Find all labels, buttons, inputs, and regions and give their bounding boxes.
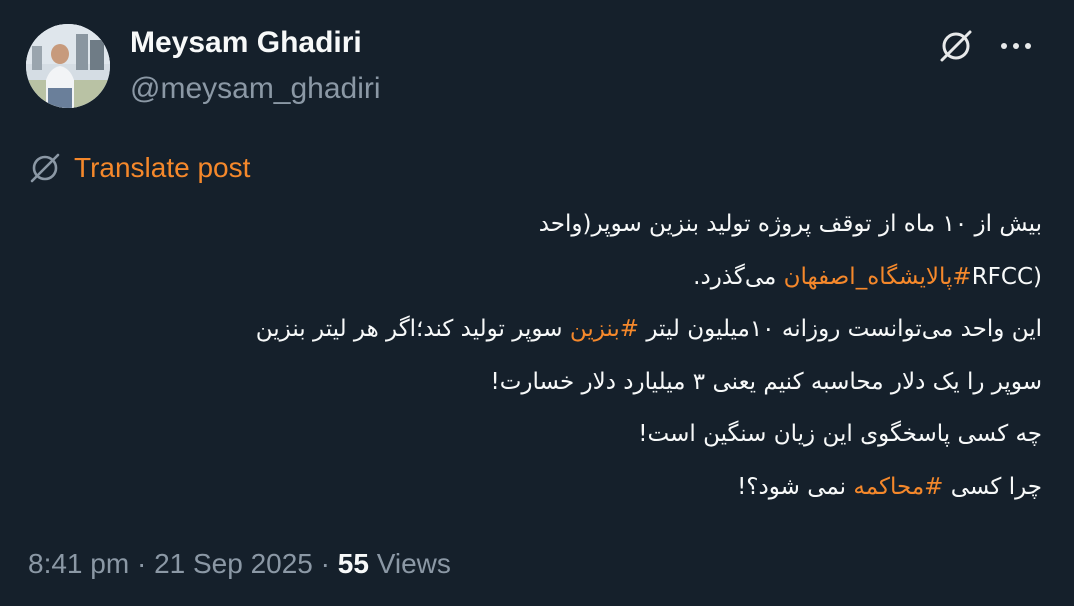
tweet-text-segment: RFCC): [971, 263, 1042, 290]
profile-photo: [26, 24, 110, 108]
grok-button[interactable]: [938, 28, 974, 64]
translate-post-label: Translate post: [74, 152, 251, 183]
separator-dot: ·: [129, 548, 155, 579]
tweet-line: بیش از ۱۰ ماه از توقف پروژه تولید بنزین …: [538, 211, 1042, 237]
user-handle[interactable]: @meysam_ghadiri: [130, 72, 381, 106]
tweet-line: این واحد می‌توانست روزانه ۱۰میلیون لیتر …: [30, 303, 1042, 356]
hashtag-link[interactable]: #بنزین: [570, 316, 639, 342]
tweet-metadata: 8:41 pm · 21 Sep 2025 · 55 Views: [28, 548, 451, 580]
tweet-text-segment: می‌گذرد.: [693, 263, 784, 290]
avatar[interactable]: [26, 24, 110, 108]
more-icon: [1001, 43, 1031, 49]
display-name[interactable]: Meysam Ghadiri: [130, 26, 362, 60]
translate-post-link[interactable]: Translate post: [28, 148, 250, 188]
tweet-line: چرا کسی #محاکمه نمی شود؟!: [30, 461, 1042, 514]
tweet-text-segment: سوپر تولید کند؛اگر هر لیتر بنزین: [255, 316, 570, 342]
tweet-text-segment: این واحد می‌توانست روزانه ۱۰میلیون لیتر: [639, 316, 1042, 342]
hashtag-link[interactable]: #محاکمه: [853, 474, 943, 500]
grok-icon: [940, 30, 972, 62]
tweet-time[interactable]: 8:41 pm: [28, 548, 129, 579]
hashtag-link[interactable]: #پالایشگاه_اصفهان: [784, 264, 972, 290]
tweet-text: بیش از ۱۰ ماه از توقف پروژه تولید بنزین …: [30, 198, 1042, 513]
tweet-line: سوپر را یک دلار محاسبه کنیم یعنی ۳ میلیا…: [490, 368, 1043, 395]
translate-icon: [30, 153, 60, 183]
views-label: Views: [368, 548, 451, 579]
separator-dot: ·: [312, 548, 338, 579]
more-options-button[interactable]: [996, 28, 1036, 64]
tweet-line: چه کسی پاسخگوی این زیان سنگین است!: [638, 421, 1042, 447]
tweet-date[interactable]: 21 Sep 2025: [154, 548, 313, 579]
tweet-text-segment: نمی شود؟!: [737, 473, 854, 500]
tweet-line: RFCC)#پالایشگاه_اصفهان می‌گذرد.: [30, 251, 1042, 304]
tweet-text-segment: چرا کسی: [943, 473, 1042, 500]
views-count[interactable]: 55: [338, 548, 369, 579]
